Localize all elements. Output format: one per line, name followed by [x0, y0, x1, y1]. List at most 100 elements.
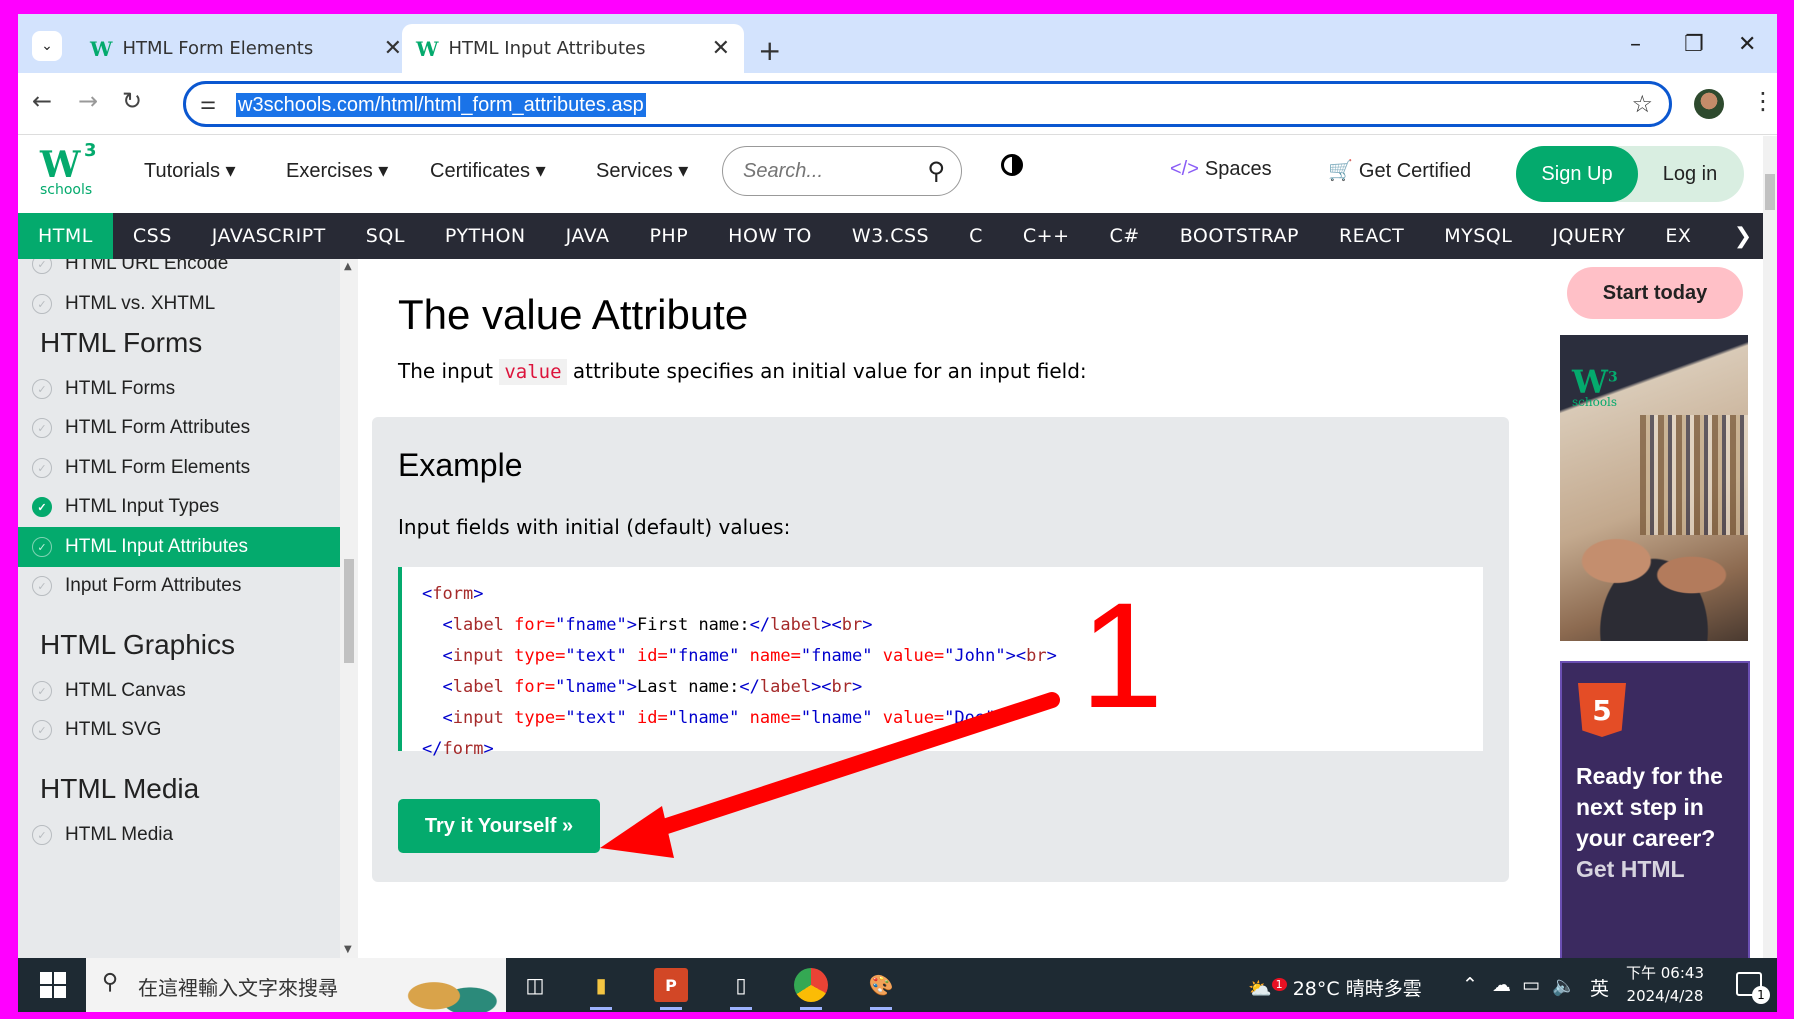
sidebar-item[interactable]: ✓ HTML SVG [18, 710, 340, 750]
tab-html-input-attributes[interactable]: W HTML Input Attributes ✕ [402, 24, 744, 73]
tab-search-dropdown[interactable]: ⌄ [32, 31, 62, 61]
topnav-jquery[interactable]: JQUERY [1532, 213, 1645, 259]
file-explorer-icon[interactable]: ▮ [584, 968, 618, 1010]
topnav-css[interactable]: CSS [113, 213, 192, 259]
career-ad[interactable]: 5 Ready for the next step in your career… [1560, 661, 1750, 959]
w3schools-logo[interactable]: W 3 schools [40, 140, 97, 200]
sidebar-item-label: HTML vs. XHTML [65, 293, 216, 314]
topnav-c[interactable]: C [949, 213, 1003, 259]
page-title: The value Attribute [398, 291, 749, 338]
new-tab-button[interactable]: + [758, 34, 781, 67]
cart-icon: 🛒 [1328, 160, 1353, 182]
contrast-toggle-icon[interactable] [1001, 154, 1023, 176]
paint-icon[interactable]: 🎨 [864, 968, 898, 1010]
powerpoint-icon[interactable]: P [654, 968, 688, 1010]
sidebar-item-label: HTML Form Attributes [65, 417, 251, 438]
sidebar-item[interactable]: ✓ Input Form Attributes [18, 566, 340, 606]
search-icon[interactable]: ⚲ [927, 157, 945, 185]
url-text[interactable]: w3schools.com/html/html_form_attributes.… [236, 93, 646, 117]
topnav-how-to[interactable]: HOW TO [708, 213, 832, 259]
checkmark-icon: ✓ [32, 294, 52, 314]
notepad-icon[interactable]: ▯ [724, 968, 758, 1010]
sidebar-item[interactable]: ✓ HTML vs. XHTML [18, 284, 340, 324]
topnav-mysql[interactable]: MYSQL [1424, 213, 1532, 259]
restore-icon[interactable]: ❐ [1684, 32, 1704, 57]
tray-chevron-icon[interactable]: ⌃ [1462, 974, 1478, 996]
menu-tutorials[interactable]: Tutorials ▾ [144, 158, 236, 183]
sidebar-scrollbar[interactable]: ▲ ▼ [340, 259, 358, 959]
page-scrollbar[interactable] [1763, 136, 1777, 959]
topnav-react[interactable]: REACT [1319, 213, 1424, 259]
ad-image[interactable]: W3 schools [1560, 335, 1748, 641]
sidebar-scrollbar-thumb[interactable] [344, 559, 354, 663]
chevron-right-icon[interactable]: ❯ [1723, 213, 1763, 259]
back-arrow-icon[interactable]: ← [32, 87, 52, 115]
browser-menu-icon[interactable]: ⋮ [1751, 87, 1775, 115]
ime-indicator[interactable]: 英 [1590, 974, 1609, 1001]
close-tab-icon[interactable]: ✕ [384, 36, 402, 61]
topnav-python[interactable]: PYTHON [425, 213, 546, 259]
network-icon[interactable]: ☁ [1492, 974, 1511, 996]
tab-title: HTML Input Attributes [448, 38, 646, 59]
log-in-button[interactable]: Log in [1640, 146, 1740, 202]
sidebar-item[interactable]: ✓ HTML Forms [18, 369, 340, 409]
tab-strip: ⌄ W HTML Form Elements ✕ W HTML Input At… [18, 14, 1777, 73]
start-today-button[interactable]: Start today [1567, 267, 1743, 319]
windows-start-icon[interactable] [40, 972, 66, 998]
menu-services[interactable]: Services ▾ [596, 158, 688, 183]
taskbar-search[interactable]: ⚲ 在這裡輸入文字來搜尋 [86, 958, 506, 1012]
intro-text: The input value attribute specifies an i… [398, 359, 1087, 385]
site-settings-icon[interactable]: ⚌ [200, 93, 216, 114]
scroll-up-icon[interactable]: ▲ [344, 261, 352, 272]
sidebar-item[interactable]: ✓ HTML Form Elements [18, 448, 340, 488]
forward-arrow-icon[interactable]: → [78, 87, 98, 115]
sign-up-button[interactable]: Sign Up [1516, 146, 1638, 202]
sidebar-heading: HTML Graphics [40, 629, 236, 660]
chrome-icon[interactable] [794, 968, 828, 1010]
profile-avatar[interactable] [1694, 89, 1724, 119]
sidebar-item-label: Input Form Attributes [65, 575, 242, 596]
sidebar-item[interactable]: ✓ HTML Input Attributes [18, 527, 340, 567]
topnav-html[interactable]: HTML [18, 213, 113, 259]
battery-icon[interactable]: ▭ [1522, 974, 1540, 996]
close-tab-icon[interactable]: ✕ [712, 36, 730, 61]
task-view-icon[interactable]: ◫ [518, 968, 552, 1002]
topnav-bootstrap[interactable]: BOOTSTRAP [1160, 213, 1319, 259]
notification-center-icon[interactable]: 1 [1736, 972, 1770, 1004]
close-window-icon[interactable]: ✕ [1738, 32, 1756, 57]
bookmark-star-icon[interactable]: ☆ [1631, 90, 1653, 118]
spaces-link[interactable]: </> Spaces [1170, 158, 1272, 181]
topnav-sql[interactable]: SQL [346, 213, 425, 259]
volume-icon[interactable]: 🔈 [1552, 974, 1576, 997]
topnav-c-[interactable]: C# [1090, 213, 1160, 259]
reload-icon[interactable]: ↻ [122, 87, 142, 115]
topnav-java[interactable]: JAVA [546, 213, 630, 259]
minimize-icon[interactable]: – [1630, 32, 1641, 57]
menu-certificates[interactable]: Certificates ▾ [430, 158, 546, 183]
sidebar-item[interactable]: ✓ HTML URL Encode [18, 259, 340, 284]
topnav-c-[interactable]: C++ [1003, 213, 1090, 259]
topnav-ex[interactable]: EX [1645, 213, 1711, 259]
sidebar-item[interactable]: ✓ HTML Canvas [18, 671, 340, 711]
sidebar-item[interactable]: ✓ HTML Media [18, 815, 340, 855]
sidebar-item[interactable]: ✓ HTML Form Attributes [18, 408, 340, 448]
weather-widget[interactable]: ⛅ 1 28°C 晴時多雲 [1248, 974, 1422, 1001]
sidebar-nav: ✓ HTML URL Encode ✓ HTML vs. XHTML HTML Form… [18, 259, 340, 959]
address-bar[interactable]: ⚌ w3schools.com/html/html_form_attribute… [183, 81, 1672, 127]
search-input[interactable] [743, 160, 913, 183]
search-highlight-art [386, 958, 506, 1012]
tab-html-form-elements[interactable]: W HTML Form Elements ✕ [76, 24, 416, 73]
topnav-w3-css[interactable]: W3.CSS [832, 213, 949, 259]
try-it-yourself-button[interactable]: Try it Yourself » [398, 799, 600, 853]
topnav-javascript[interactable]: JAVASCRIPT [192, 213, 346, 259]
system-clock[interactable]: 下午 06:43 2024/4/28 [1626, 962, 1704, 1008]
topnav-php[interactable]: PHP [629, 213, 708, 259]
checkmark-icon: ✓ [32, 497, 52, 517]
code-example: <form> <label for="fname">First name:</l… [398, 567, 1483, 759]
page-scrollbar-thumb[interactable] [1765, 174, 1775, 210]
sidebar-item-label: HTML SVG [65, 719, 162, 740]
sidebar-item[interactable]: ✓ HTML Input Types [18, 487, 340, 527]
menu-exercises[interactable]: Exercises ▾ [286, 158, 388, 183]
scroll-down-icon[interactable]: ▼ [344, 944, 352, 955]
get-certified-link[interactable]: 🛒 Get Certified [1328, 158, 1471, 183]
